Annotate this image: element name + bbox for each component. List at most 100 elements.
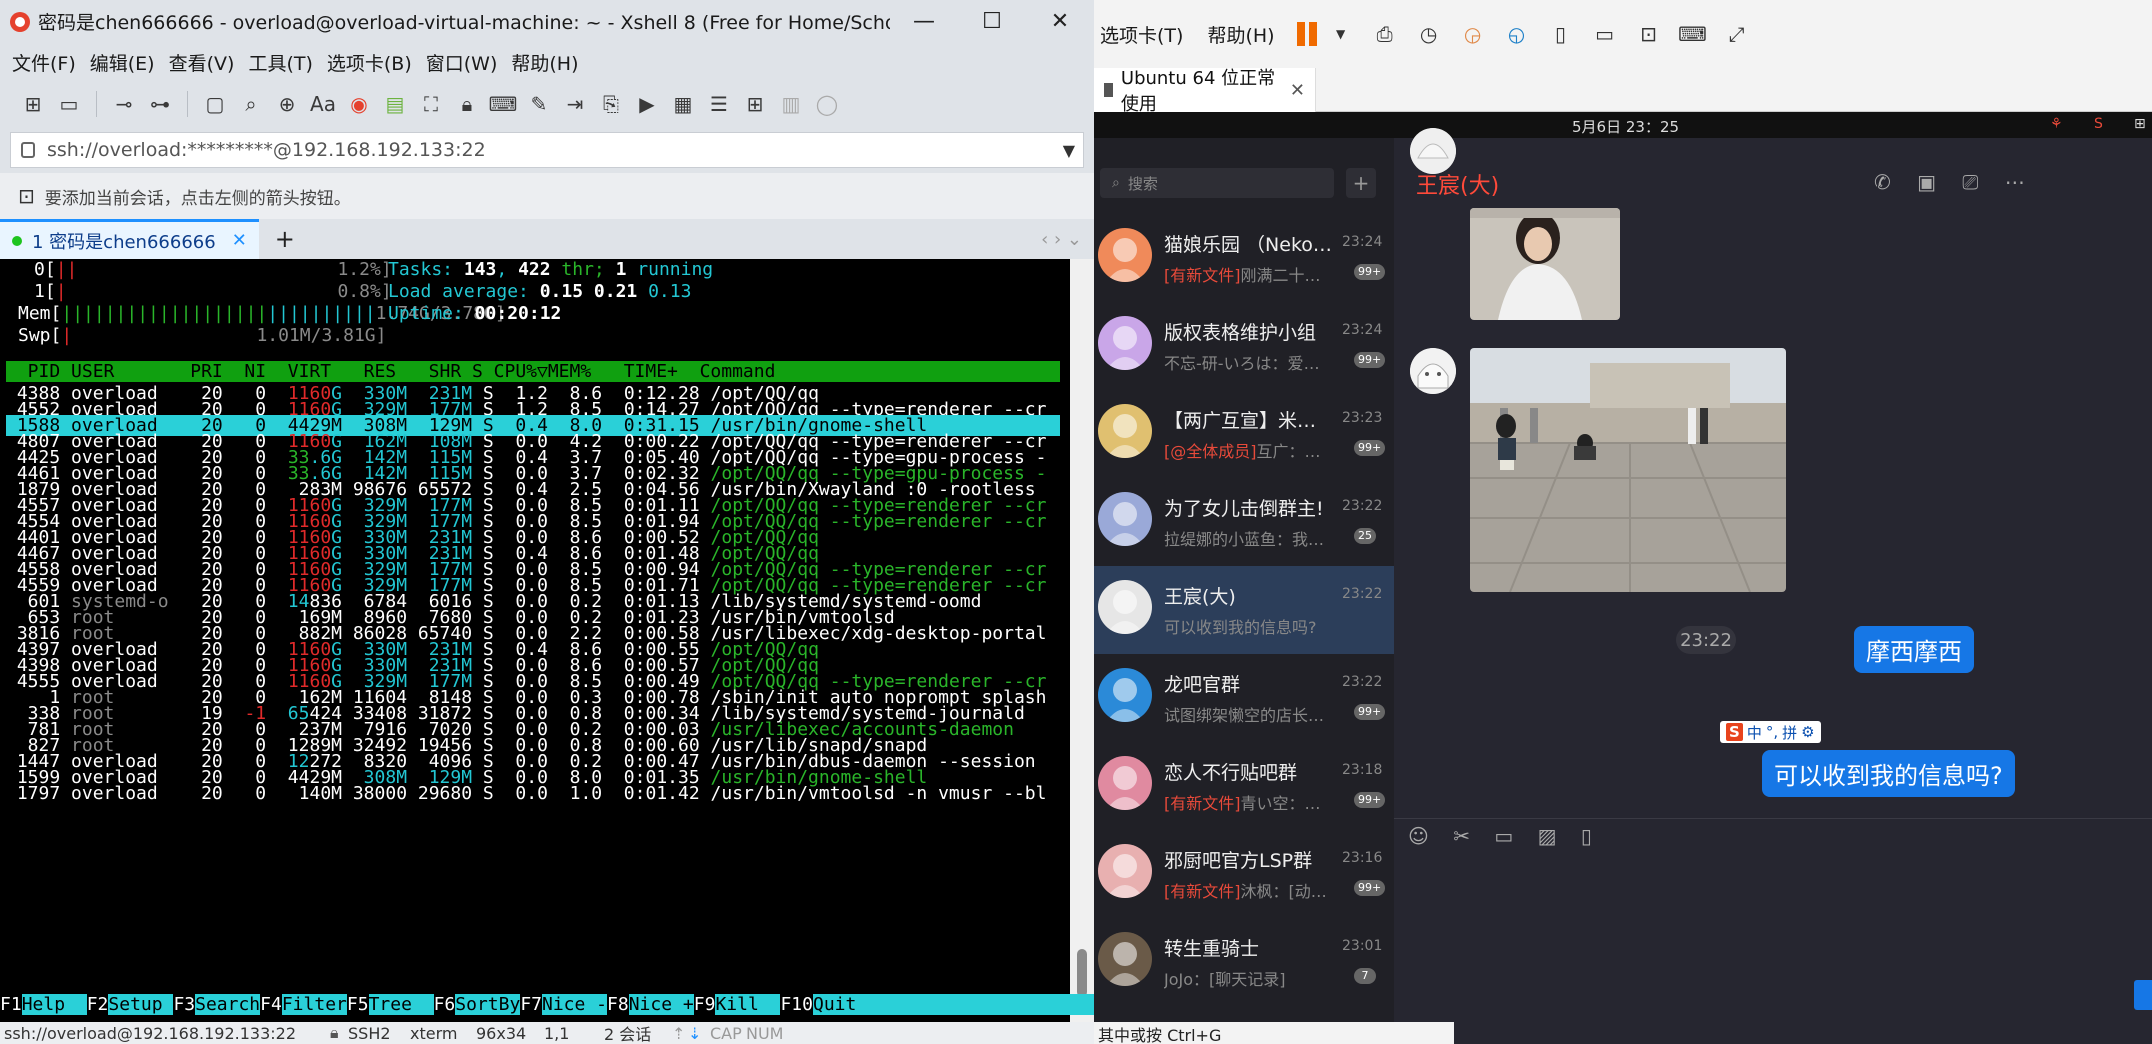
fkey-label[interactable]: SortBy: [455, 994, 521, 1015]
tile-icon[interactable]: ▦: [668, 89, 698, 119]
fkey-f9[interactable]: F9: [694, 994, 716, 1015]
compose-icon[interactable]: ✎: [524, 89, 554, 119]
search-input[interactable]: ⌕ 搜索: [1100, 168, 1334, 198]
fkey-f2[interactable]: F2: [87, 994, 109, 1015]
tab-ubuntu-vm[interactable]: Ubuntu 64 位正常使用 ✕: [1094, 68, 1316, 115]
chevron-down-icon[interactable]: ▼: [1325, 18, 1357, 50]
maximize-button[interactable]: ☐: [958, 0, 1026, 43]
minimize-button[interactable]: —: [890, 0, 958, 43]
fkey-label[interactable]: Tree: [368, 994, 434, 1015]
lock-icon[interactable]: 🔒︎: [452, 89, 482, 119]
fkey-f5[interactable]: F5: [347, 994, 369, 1015]
menu-window[interactable]: 窗口(W): [426, 49, 498, 76]
vibrate-icon[interactable]: ▯: [1581, 824, 1592, 848]
folder-icon[interactable]: ▭: [1494, 824, 1513, 848]
ime-toolbar[interactable]: S 中 °, 拼 ⚙: [1720, 721, 1821, 743]
menu-tools[interactable]: 工具(T): [248, 49, 312, 76]
chat-list-item[interactable]: 猫娘乐园 （Nekop... 23:24 [有新文件]刚满二十二... 99+: [1094, 214, 1394, 302]
fkey-label[interactable]: Setup: [108, 994, 174, 1015]
ime-mode[interactable]: 中: [1747, 722, 1762, 743]
screen-share-icon[interactable]: ⎚: [1962, 170, 1978, 194]
snapshot-icon[interactable]: ◷: [1413, 18, 1445, 50]
font-icon[interactable]: Aa: [308, 89, 338, 119]
fkey-f3[interactable]: F3: [173, 994, 195, 1015]
close-icon[interactable]: ✕: [1290, 80, 1305, 101]
send-ctrl-alt-del-icon[interactable]: ⎙: [1369, 18, 1401, 50]
input-method-icon[interactable]: S: [2094, 116, 2103, 132]
fkey-f8[interactable]: F8: [607, 994, 629, 1015]
message-bubble[interactable]: 可以收到我的信息吗?: [1762, 750, 2015, 797]
fkey-f10[interactable]: F10: [780, 994, 813, 1015]
image-icon[interactable]: ▨: [1538, 824, 1557, 848]
fkey-label[interactable]: Kill: [715, 994, 781, 1015]
new-tab-button[interactable]: +: [275, 225, 295, 253]
menu-file[interactable]: 文件(F): [12, 49, 76, 76]
chat-icon[interactable]: ◯: [812, 89, 842, 119]
chat-image[interactable]: [1470, 348, 1786, 592]
search-icon[interactable]: ⌕: [236, 89, 266, 119]
menu-tabs[interactable]: 选项卡(B): [327, 49, 412, 76]
console-icon[interactable]: ⌨: [1677, 18, 1709, 50]
more-icon[interactable]: ⋯: [2005, 170, 2025, 194]
recording-icon[interactable]: ⚘: [2050, 116, 2063, 132]
video-call-icon[interactable]: ▣: [1917, 170, 1936, 194]
chat-list-item[interactable]: 恋人不行贴吧群 23:18 [有新文件]青い空：交... 99+: [1094, 742, 1394, 830]
chat-list-item[interactable]: 【两广互宣】米托... 23:23 [@全体成员]互广：好... 99+: [1094, 390, 1394, 478]
menu-help[interactable]: 帮助(H): [1207, 21, 1274, 48]
ime-pinyin[interactable]: 拼: [1782, 722, 1797, 743]
fullscreen-icon[interactable]: ⛶: [416, 89, 446, 119]
disconnect-icon[interactable]: ⊶: [145, 89, 175, 119]
fkey-label[interactable]: Help: [21, 994, 87, 1015]
process-table-header[interactable]: PID USER PRI NI VIRT RES SHR S CPU%▽MEM%…: [6, 361, 1060, 382]
fullscreen-icon[interactable]: ⤢: [1721, 18, 1753, 50]
transfer-icon[interactable]: ⇥: [560, 89, 590, 119]
fkey-f7[interactable]: F7: [520, 994, 542, 1015]
library-view-icon[interactable]: ▯: [1545, 18, 1577, 50]
message-bubble[interactable]: 摩西摩西: [1854, 626, 1974, 673]
fkey-label[interactable]: Nice +: [628, 994, 694, 1015]
fkey-f6[interactable]: F6: [434, 994, 456, 1015]
fkey-label[interactable]: Search: [195, 994, 261, 1015]
xshell-icon[interactable]: ◉: [344, 89, 374, 119]
keyboard-icon[interactable]: ⌨: [488, 89, 518, 119]
xftp-icon[interactable]: ▤: [380, 89, 410, 119]
scissors-icon[interactable]: ✂: [1453, 824, 1470, 848]
chat-list-item[interactable]: 转生重骑士 23:01 JoJo：[聊天记录] 7: [1094, 918, 1394, 1006]
terminal[interactable]: 0[|| 1.2%] 1[| 0.8%] Mem[|||||||||||||||||…: [0, 259, 1070, 1022]
clock[interactable]: 5月6日 23：25: [1572, 116, 1679, 137]
add-button[interactable]: +: [1346, 168, 1376, 198]
chat-list-item[interactable]: 龙吧官群 23:22 试图绑架懒空的店长：... 99+: [1094, 654, 1394, 742]
tab-session-1[interactable]: 1 密码是chen666666 ✕: [0, 219, 259, 259]
connect-icon[interactable]: ⊸: [109, 89, 139, 119]
scrollbar-thumb[interactable]: [1077, 949, 1087, 997]
fit-guest-icon[interactable]: ⊡: [1633, 18, 1665, 50]
table-row[interactable]: 1797 overload 20 0 140M 38000 29680 S 0.…: [6, 783, 1047, 805]
avatar[interactable]: [1410, 348, 1456, 394]
ime-punct[interactable]: °,: [1766, 723, 1778, 741]
snapshot-manager-icon[interactable]: ◵: [1501, 18, 1533, 50]
thumbnail-view-icon[interactable]: ▭: [1589, 18, 1621, 50]
pause-icon[interactable]: [1293, 18, 1325, 50]
tab-close-icon[interactable]: ✕: [232, 230, 247, 251]
menu-tabs[interactable]: 选项卡(T): [1100, 21, 1183, 48]
ime-settings-icon[interactable]: ⚙: [1801, 723, 1814, 741]
send-button[interactable]: [2134, 980, 2152, 1010]
revert-snapshot-icon[interactable]: ◶: [1457, 18, 1489, 50]
close-button[interactable]: ✕: [1026, 0, 1094, 43]
layout-icon[interactable]: ▥: [776, 89, 806, 119]
chat-list-item[interactable]: 王宸(大) 23:22 可以收到我的信息吗?: [1094, 566, 1394, 654]
menu-edit[interactable]: 编辑(E): [90, 49, 155, 76]
notes-icon[interactable]: ☰: [704, 89, 734, 119]
fkey-f4[interactable]: F4: [260, 994, 282, 1015]
fkey-label[interactable]: Quit: [812, 994, 1094, 1015]
open-folder-icon[interactable]: ▭: [54, 89, 84, 119]
globe-icon[interactable]: ⊕: [272, 89, 302, 119]
emoji-icon[interactable]: ☺: [1408, 824, 1429, 848]
address-field[interactable]: ssh://overload:*********@192.168.192.133…: [10, 132, 1084, 168]
fkey-label[interactable]: Filter: [281, 994, 347, 1015]
menu-view[interactable]: 查看(V): [169, 49, 235, 76]
tab-navigation[interactable]: ‹ › ⌄: [1041, 229, 1082, 250]
add-session-icon[interactable]: ⊡: [18, 184, 35, 208]
terminal-scrollbar[interactable]: [1070, 259, 1094, 1022]
chat-list-item[interactable]: 邪厨吧官方LSP群 23:16 [有新文件]沐枫：[动画... 99+: [1094, 830, 1394, 918]
